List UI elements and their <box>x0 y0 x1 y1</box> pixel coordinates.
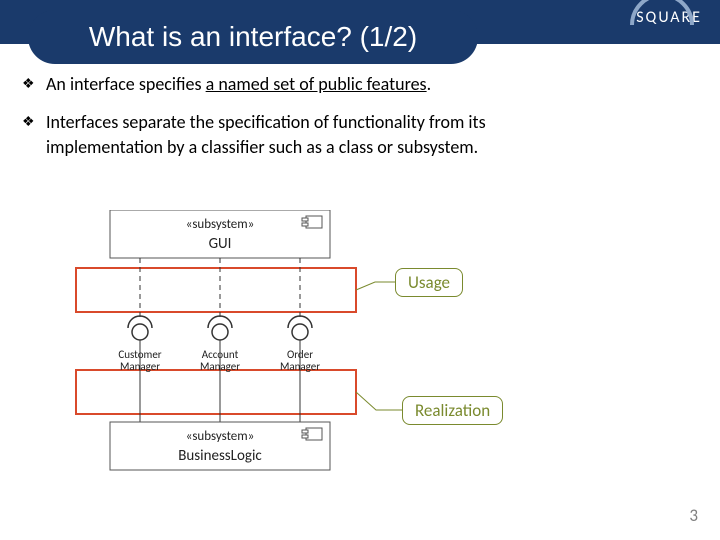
content-area: ❖ An interface specifies a named set of … <box>22 72 698 173</box>
slide-title: What is an interface? (1/2) <box>28 10 478 64</box>
subsystem-businesslogic: «subsystem» BusinessLogic <box>110 422 330 470</box>
callout-usage-text: Usage <box>408 272 450 293</box>
callout-realization-text: Realization <box>415 400 490 421</box>
subsystem-bl-stereotype: «subsystem» <box>186 429 255 444</box>
subsystem-gui: «subsystem» GUI <box>110 210 330 258</box>
bullet-1-text: An interface specifies a named set of pu… <box>46 72 431 96</box>
bullet-icon: ❖ <box>22 72 46 96</box>
interface-balls <box>132 324 308 340</box>
subsystem-gui-name: GUI <box>209 235 232 253</box>
subsystem-bl-name: BusinessLogic <box>178 447 262 465</box>
brand-arc-icon <box>627 0 697 60</box>
page-number: 3 <box>689 505 698 526</box>
slide-title-text: What is an interface? (1/2) <box>89 21 417 53</box>
realization-highlight <box>76 370 356 414</box>
callout-usage: Usage <box>395 268 463 297</box>
bullet-2: ❖ Interfaces separate the specification … <box>22 110 698 159</box>
brand-label-area: SQUARE <box>636 8 702 27</box>
uml-diagram: «subsystem» GUI <box>70 210 630 490</box>
bullet-1: ❖ An interface specifies a named set of … <box>22 72 698 96</box>
bullet-icon: ❖ <box>22 110 46 159</box>
bullet-2-text: Interfaces separate the specification of… <box>46 110 606 159</box>
realization-lines <box>140 340 300 422</box>
callout-realization: Realization <box>402 396 503 425</box>
uml-diagram-svg: «subsystem» GUI <box>70 210 630 500</box>
bullet-1-prefix: An interface specifies <box>46 73 206 95</box>
interface-labels: CustomerManager AccountManager OrderMana… <box>118 348 320 373</box>
subsystem-gui-stereotype: «subsystem» <box>186 217 255 232</box>
callout-tails <box>356 282 408 410</box>
usage-highlight <box>76 268 356 312</box>
bullet-1-emphasis: a named set of public features <box>206 73 427 95</box>
bullet-1-suffix: . <box>427 73 432 95</box>
